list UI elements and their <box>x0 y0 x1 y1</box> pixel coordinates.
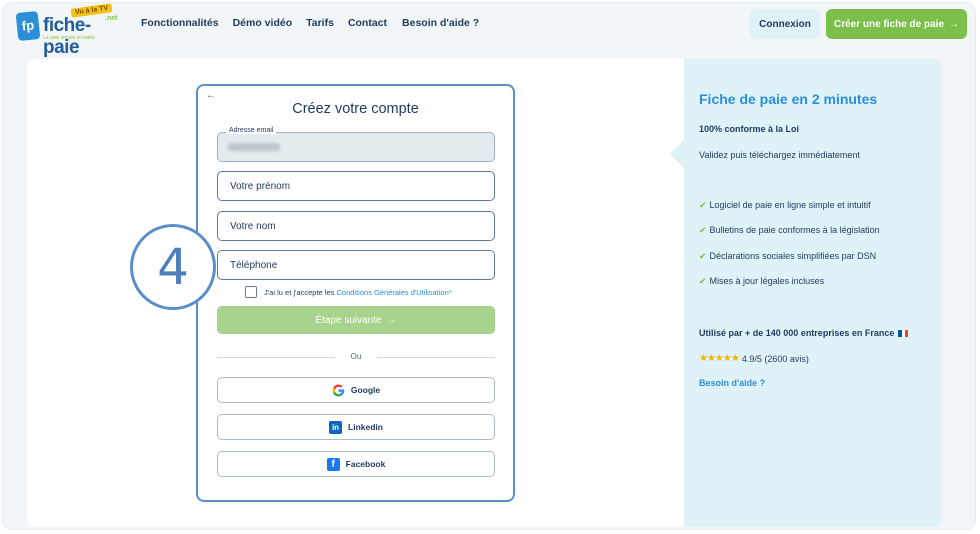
terms-text: J'ai lu et j'accepte les Conditions Géné… <box>264 288 452 297</box>
phone-field[interactable]: Téléphone <box>217 250 495 280</box>
login-button[interactable]: Connexion <box>750 9 820 39</box>
nav-item-contact[interactable]: Contact <box>348 17 387 29</box>
checkmark-icon: ✔ <box>699 250 707 261</box>
feature-label: Mises à jour légales incluses <box>709 275 825 286</box>
facebook-icon: f <box>326 457 340 471</box>
conformity-text: 100% conforme à la Loi <box>699 124 800 134</box>
back-arrow-icon[interactable]: ← <box>206 90 216 101</box>
usage-stat: Utilisé par + de 140 000 entreprises en … <box>699 328 909 338</box>
next-step-button[interactable]: Étape suivante → <box>217 306 495 334</box>
usage-text: Utilisé par + de 140 000 entreprises en … <box>699 328 895 338</box>
logo-mark: fp <box>15 10 41 42</box>
feature-item: ✔ Logiciel de paie en ligne simple et in… <box>699 200 880 225</box>
next-step-label: Étape suivante <box>315 314 382 326</box>
google-login-button[interactable]: Google <box>217 377 495 403</box>
arrow-right-icon: → <box>949 18 960 30</box>
feature-item: ✔ Mises à jour légales incluses <box>699 276 880 301</box>
feature-label: Logiciel de paie en ligne simple et intu… <box>709 200 871 210</box>
logo-tagline: La paie simple et rodée <box>43 35 95 41</box>
feature-item: ✔ Déclarations sociales simplifiées par … <box>699 251 880 276</box>
site-logo[interactable]: fp fiche-paie Vu à la TV .net La paie si… <box>15 3 125 58</box>
nav-item-help[interactable]: Besoin d'aide ? <box>402 17 479 29</box>
france-flag-icon <box>898 329 909 337</box>
google-label: Google <box>350 385 381 395</box>
linkedin-label: Linkedin <box>348 422 383 432</box>
signup-card: ← Créez votre compte Adresse email Votre… <box>196 84 515 502</box>
main-nav: Fonctionnalités Démo vidéo Tarifs Contac… <box>141 17 479 29</box>
logo-tld: .net <box>105 15 118 22</box>
feature-label: Bulletins de paie conformes à la législa… <box>709 225 880 236</box>
sidebar-title: Fiche de paie en 2 minutes <box>699 91 878 107</box>
rating-row: ★★★★★ 4.9/5 (2600 avis) <box>699 353 809 364</box>
last-name-field[interactable]: Votre nom <box>217 211 495 241</box>
validate-text: Validez puis téléchargez immédiatement <box>699 150 860 160</box>
create-payslip-button[interactable]: Créer une fiche de paie → <box>826 9 967 39</box>
first-name-field[interactable]: Votre prénom <box>217 171 495 201</box>
nav-item-demo-video[interactable]: Démo vidéo <box>233 17 293 29</box>
divider-line-right <box>377 357 495 358</box>
email-value-redacted <box>228 143 280 151</box>
feature-label: Déclarations sociales simplifiées par DS… <box>709 250 877 261</box>
nav-item-fonctionnalites[interactable]: Fonctionnalités <box>141 17 219 29</box>
checkmark-icon: ✔ <box>699 225 707 236</box>
terms-link[interactable]: Conditions Générales d'Utilisation* <box>337 288 452 297</box>
facebook-login-button[interactable]: f Facebook <box>217 451 495 477</box>
feature-list: ✔ Logiciel de paie en ligne simple et in… <box>699 200 880 301</box>
info-panel-notch <box>670 140 684 168</box>
facebook-label: Facebook <box>345 459 386 469</box>
checkmark-icon: ✔ <box>699 200 707 210</box>
linkedin-login-button[interactable]: in Linkedin <box>217 414 495 440</box>
or-divider: Ou <box>217 352 495 362</box>
rating-text: 4.9/5 (2600 avis) <box>741 353 809 364</box>
email-field[interactable] <box>217 132 495 162</box>
form-title: Créez votre compte <box>292 101 419 117</box>
star-rating-icon: ★★★★★ <box>699 353 740 364</box>
feature-item: ✔ Bulletins de paie conformes à la légis… <box>699 225 880 250</box>
google-icon <box>332 384 345 397</box>
create-payslip-label: Créer une fiche de paie <box>833 18 945 30</box>
terms-prefix: J'ai lu et j'accepte les <box>264 287 335 297</box>
terms-row: J'ai lu et j'accepte les Conditions Géné… <box>245 286 452 298</box>
linkedin-icon: in <box>329 420 343 434</box>
arrow-right-icon: → <box>386 314 397 326</box>
terms-checkbox[interactable] <box>245 286 257 298</box>
nav-item-tarifs[interactable]: Tarifs <box>306 17 334 29</box>
step-number-badge: 4 <box>130 224 216 310</box>
help-link[interactable]: Besoin d'aide ? <box>699 378 765 388</box>
email-field-label: Adresse email <box>226 127 277 134</box>
checkmark-icon: ✔ <box>699 275 707 286</box>
